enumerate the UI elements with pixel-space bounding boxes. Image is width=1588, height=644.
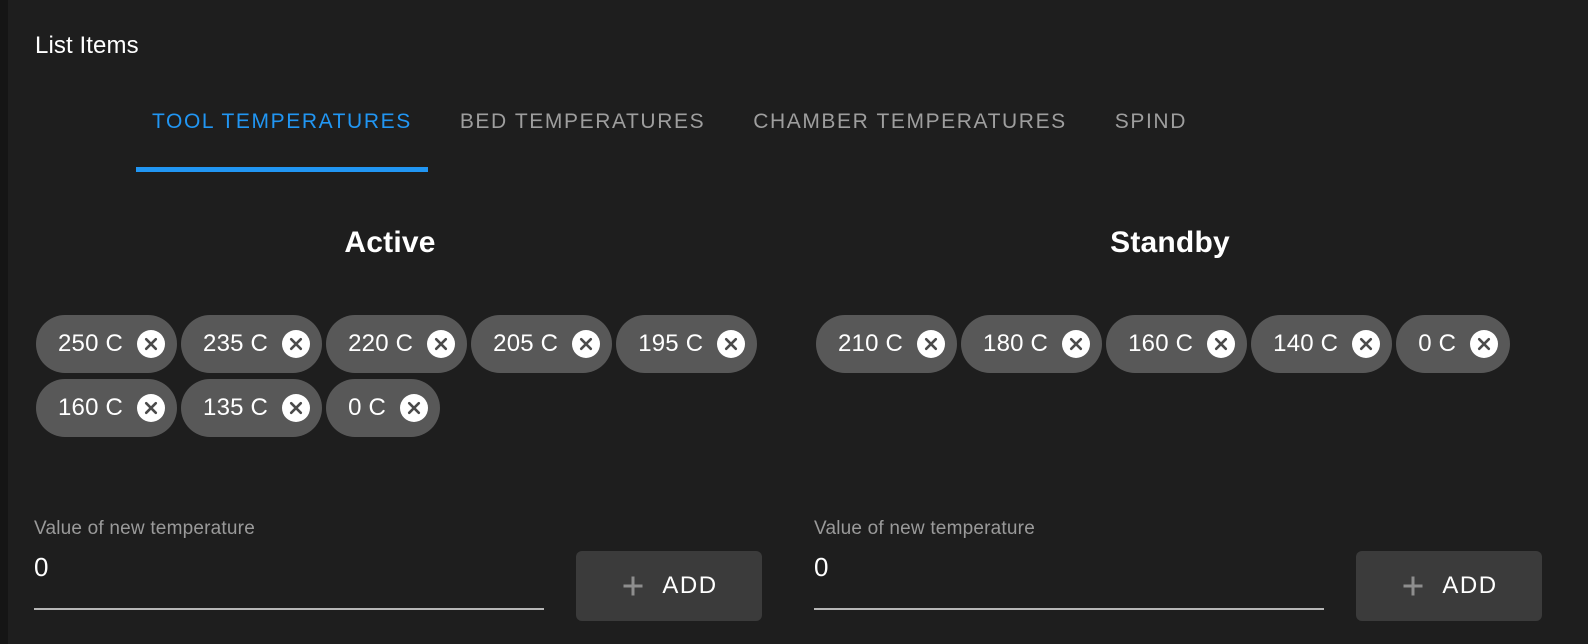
chip-label: 235 C <box>203 330 269 357</box>
tab-label: Tool Temperatures <box>152 110 412 133</box>
close-circle-icon[interactable] <box>427 330 456 358</box>
active-heading: Active <box>344 226 436 259</box>
chip-label: 140 C <box>1273 330 1339 357</box>
chip-label: 160 C <box>58 394 124 421</box>
close-circle-icon[interactable] <box>1352 330 1381 358</box>
list-item[interactable]: 0 C <box>326 379 441 437</box>
standby-add-row: Value of new temperature ADD <box>806 518 1566 644</box>
close-circle-icon[interactable] <box>282 330 311 358</box>
close-circle-icon[interactable] <box>137 330 166 358</box>
close-circle-icon[interactable] <box>1062 330 1091 358</box>
list-item[interactable]: 210 C <box>816 315 958 373</box>
tab-bar: Tool Temperatures Bed Temperatures Chamb… <box>8 96 1588 172</box>
add-standby-temperature-button[interactable]: ADD <box>1356 551 1542 621</box>
chip-label: 180 C <box>983 330 1049 357</box>
tab-label: Chamber Temperatures <box>753 110 1067 133</box>
tab-bed-temperatures[interactable]: Bed Temperatures <box>436 96 729 172</box>
chip-label: 250 C <box>58 330 124 357</box>
list-item[interactable]: 0 C <box>1396 315 1511 373</box>
new-temperature-input[interactable] <box>34 550 534 584</box>
close-circle-icon[interactable] <box>282 394 311 422</box>
active-add-row: Value of new temperature ADD <box>26 518 786 644</box>
active-new-temperature-field: Value of new temperature <box>34 518 544 610</box>
chip-label: 160 C <box>1128 330 1194 357</box>
add-button-label: ADD <box>662 572 718 599</box>
close-circle-icon[interactable] <box>1207 330 1236 358</box>
chip-label: 205 C <box>493 330 559 357</box>
field-label: Value of new temperature <box>814 518 1035 539</box>
tab-label: Bed Temperatures <box>459 110 706 133</box>
close-circle-icon[interactable] <box>917 330 946 358</box>
field-underline <box>814 608 1324 610</box>
page-title: List Items <box>35 32 139 59</box>
active-column: Active 250 C 235 C 220 C 205 C 195 C 160… <box>26 200 776 644</box>
close-circle-icon[interactable] <box>717 330 746 358</box>
list-item[interactable]: 135 C <box>181 379 323 437</box>
list-item[interactable]: 195 C <box>616 315 758 373</box>
list-item[interactable]: 180 C <box>961 315 1103 373</box>
close-circle-icon[interactable] <box>137 394 166 422</box>
list-item[interactable]: 140 C <box>1251 315 1393 373</box>
list-item[interactable]: 160 C <box>36 379 178 437</box>
chip-label: 195 C <box>638 330 704 357</box>
list-item[interactable]: 160 C <box>1106 315 1248 373</box>
list-item[interactable]: 250 C <box>36 315 178 373</box>
standby-column: Standby 210 C 180 C 160 C 140 C 0 C Valu… <box>806 200 1556 644</box>
chip-label: 0 C <box>1418 330 1457 357</box>
standby-new-temperature-field: Value of new temperature <box>814 518 1324 610</box>
plus-icon <box>620 573 646 599</box>
tab-tool-temperatures[interactable]: Tool Temperatures <box>128 96 436 172</box>
chip-label: 220 C <box>348 330 414 357</box>
list-item[interactable]: 205 C <box>471 315 613 373</box>
tab-label: Spind <box>1114 110 1187 133</box>
list-items-panel: List Items Tool Temperatures Bed Tempera… <box>8 0 1588 644</box>
tab-chamber-temperatures[interactable]: Chamber Temperatures <box>729 96 1091 172</box>
standby-chip-list: 210 C 180 C 160 C 140 C 0 C <box>814 312 1556 376</box>
field-underline <box>34 608 544 610</box>
close-circle-icon[interactable] <box>400 394 429 422</box>
tabs-row: Tool Temperatures Bed Temperatures Chamb… <box>128 96 1211 172</box>
close-circle-icon[interactable] <box>1470 330 1499 358</box>
chip-label: 135 C <box>203 394 269 421</box>
add-button-label: ADD <box>1442 572 1498 599</box>
list-item[interactable]: 235 C <box>181 315 323 373</box>
add-active-temperature-button[interactable]: ADD <box>576 551 762 621</box>
tab-spindle-speeds[interactable]: Spind <box>1091 96 1211 172</box>
close-circle-icon[interactable] <box>572 330 601 358</box>
list-item[interactable]: 220 C <box>326 315 468 373</box>
field-label: Value of new temperature <box>34 518 255 539</box>
app-screen: List Items Tool Temperatures Bed Tempera… <box>0 0 1588 644</box>
temperature-columns: Active 250 C 235 C 220 C 205 C 195 C 160… <box>8 200 1588 644</box>
active-chip-list: 250 C 235 C 220 C 205 C 195 C 160 C 135 … <box>34 312 776 440</box>
chip-label: 0 C <box>348 394 387 421</box>
plus-icon <box>1400 573 1426 599</box>
standby-heading: Standby <box>1110 226 1230 259</box>
chip-label: 210 C <box>838 330 904 357</box>
new-temperature-input[interactable] <box>814 550 1314 584</box>
